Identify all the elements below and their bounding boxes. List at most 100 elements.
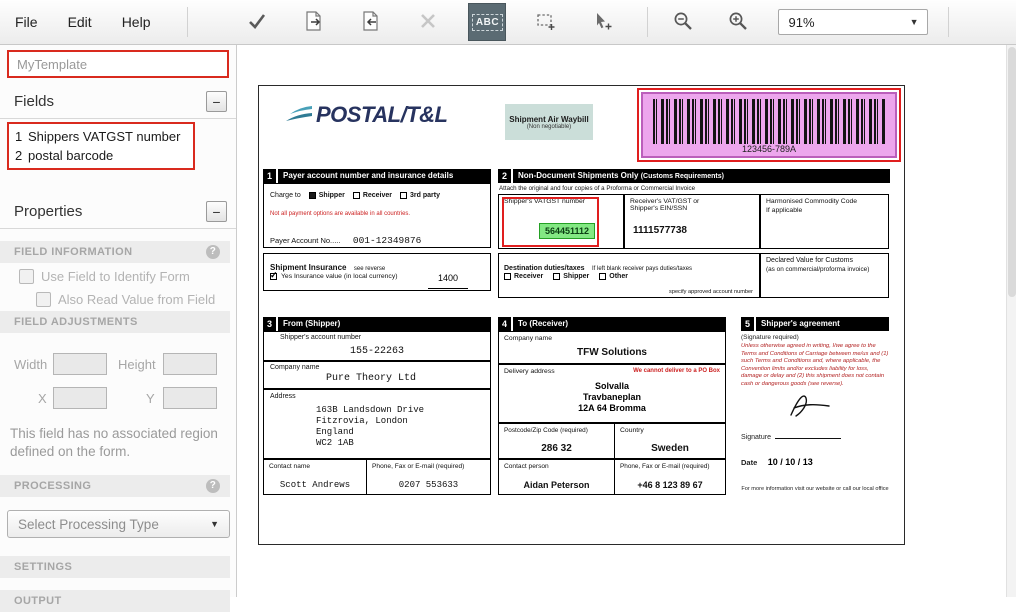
field-list-item-barcode[interactable]: 2postal barcode	[15, 146, 187, 165]
shipper-address-value: 163B Landsdown Drive Fitzrovia, London E…	[316, 405, 424, 449]
use-field-checkbox[interactable]	[19, 269, 34, 284]
country-value: Sweden	[615, 443, 725, 454]
width-input[interactable]	[53, 353, 107, 375]
menu-file[interactable]: File	[0, 0, 53, 44]
also-read-checkbox[interactable]	[36, 292, 51, 307]
next-page-button[interactable]	[295, 3, 333, 41]
processing-bar[interactable]: PROCESSING ?	[0, 475, 230, 497]
field-adjustments-bar[interactable]: FIELD ADJUSTMENTS	[0, 311, 230, 333]
duties-specify-note: specify approved account number	[669, 289, 753, 295]
insurance-title: Shipment Insurance	[270, 263, 346, 272]
shipper-company-box: Company name Pure Theory Ltd	[263, 361, 491, 389]
shipper-address-label: Address	[270, 393, 296, 400]
postal-logo: POSTAL/T&L	[285, 102, 447, 128]
signature-line-row: Signature	[741, 426, 889, 444]
zoom-in-icon	[727, 10, 749, 35]
y-input[interactable]	[163, 387, 217, 409]
scrollbar-thumb[interactable]	[1008, 47, 1016, 297]
date-row: Date 10 / 10 / 13	[741, 452, 889, 470]
shipper-checkbox[interactable]	[309, 192, 316, 199]
zoom-in-button[interactable]	[719, 3, 757, 41]
section2-title: Non-Document Shipments Only (Customs Req…	[513, 169, 890, 183]
contact-person-cell: Contact person Aidan Peterson	[499, 460, 614, 494]
receiver-phone-cell: Phone, Fax or E-mail (required) +46 8 12…	[614, 460, 725, 494]
duties-other-checkbox[interactable]	[599, 273, 606, 280]
help-icon[interactable]: ?	[206, 479, 220, 493]
shipper-phone-value: 0207 553633	[367, 480, 490, 490]
help-icon[interactable]: ?	[206, 245, 220, 259]
field-information-bar[interactable]: FIELD INFORMATION ?	[0, 241, 230, 263]
shipper-account-label: Shipper's account number	[280, 334, 361, 341]
use-field-label: Use Field to Identify Form	[41, 269, 190, 284]
fields-collapse-button[interactable]: −	[206, 91, 227, 112]
field-list-item-vatgst[interactable]: 1Shippers VATGST number	[15, 127, 187, 146]
signature-required-note: (Signature required)	[741, 334, 889, 341]
fields-section-header: Fields −	[0, 88, 236, 119]
vatgst-value-highlight[interactable]: 564451112	[539, 223, 595, 239]
y-label: Y	[146, 391, 155, 406]
insurance-yes-checkbox[interactable]	[270, 273, 277, 280]
insurance-title-note: see reverse	[354, 266, 385, 272]
insurance-value: 1400	[438, 273, 458, 283]
commodity-note: If applicable	[766, 207, 802, 214]
pointer-add-icon	[592, 10, 614, 35]
waybill-document: POSTAL/T&L Shipment Air Waybill (Non neg…	[258, 85, 905, 545]
charge-option-shipper: Shipper	[319, 192, 345, 199]
waybill-subtitle: (Non negotiable)	[505, 124, 593, 130]
ocr-field-tool-button[interactable]: ABC	[468, 3, 506, 41]
shipper-contact-row: Contact name Scott Andrews Phone, Fax or…	[263, 459, 491, 495]
zoom-level-select[interactable]: 91% ▼	[778, 9, 928, 35]
barcode-highlight-region[interactable]: 123456-789A	[641, 92, 897, 158]
delete-button[interactable]	[409, 3, 447, 41]
settings-bar[interactable]: SETTINGS	[0, 556, 230, 578]
contact-person-value: Aidan Peterson	[499, 480, 614, 490]
pointer-add-tool-button[interactable]	[584, 3, 622, 41]
confirm-button[interactable]	[238, 3, 276, 41]
date-label: Date	[741, 458, 757, 467]
menu-edit[interactable]: Edit	[53, 0, 107, 44]
receiver-vat-value: 1111577738	[633, 225, 687, 236]
height-input[interactable]	[163, 353, 217, 375]
receiver-checkbox[interactable]	[353, 192, 360, 199]
x-input[interactable]	[53, 387, 107, 409]
region-select-tool-button[interactable]	[527, 3, 565, 41]
postcode-label: Postcode/Zip Code (required)	[504, 427, 588, 434]
section1-header: 1 Payer account number and insurance det…	[263, 169, 491, 183]
signature-line	[775, 431, 841, 439]
duties-receiver-checkbox[interactable]	[504, 273, 511, 280]
postcode-value: 286 32	[499, 443, 614, 454]
destination-duties-box: Destination duties/taxes If left blank r…	[498, 253, 760, 298]
commodity-label: Harmonised Commodity Code	[766, 198, 857, 205]
document-canvas[interactable]: POSTAL/T&L Shipment Air Waybill (Non neg…	[238, 45, 1006, 597]
field-label: postal barcode	[28, 148, 113, 163]
charge-to-label: Charge to	[270, 192, 301, 199]
output-bar[interactable]: OUTPUT	[0, 590, 230, 612]
section5-header: 5 Shipper's agreement	[741, 317, 889, 331]
thirdparty-checkbox[interactable]	[400, 192, 407, 199]
duties-shipper-checkbox[interactable]	[553, 273, 560, 280]
receiver-company-value: TFW Solutions	[499, 347, 725, 358]
section2-header: 2 Non-Document Shipments Only (Customs R…	[498, 169, 890, 183]
duties-option-shipper: Shipper	[563, 273, 589, 280]
menu-help[interactable]: Help	[107, 0, 166, 44]
field-adjustments-label: FIELD ADJUSTMENTS	[14, 316, 138, 328]
template-name-input[interactable]	[7, 50, 229, 78]
field-number: 1	[15, 127, 28, 146]
attach-invoice-note: Attach the original and four copies of a…	[499, 185, 695, 192]
contact-name-label: Contact name	[269, 463, 310, 470]
add-page-button[interactable]	[352, 3, 390, 41]
processing-type-select[interactable]: Select Processing Type ▼	[7, 510, 230, 538]
processing-type-value: Select Processing Type	[18, 517, 159, 532]
page-next-icon	[303, 10, 325, 35]
receiver-vat-label: Receiver's VAT/GST or Shipper's EIN/SSN	[630, 198, 720, 212]
logo-text: POSTAL/T&L	[316, 102, 447, 128]
zoom-out-button[interactable]	[664, 3, 702, 41]
barcode-field-annotation[interactable]: 123456-789A	[637, 88, 901, 162]
also-read-checkbox-row: Also Read Value from Field	[36, 292, 215, 307]
toolbar-separator	[647, 7, 648, 37]
properties-collapse-button[interactable]: −	[206, 201, 227, 222]
vertical-scrollbar[interactable]	[1006, 45, 1016, 597]
postcode-cell: Postcode/Zip Code (required) 286 32	[499, 424, 614, 458]
settings-label: SETTINGS	[14, 561, 72, 573]
shipper-account-value: 155-22263	[264, 346, 490, 357]
